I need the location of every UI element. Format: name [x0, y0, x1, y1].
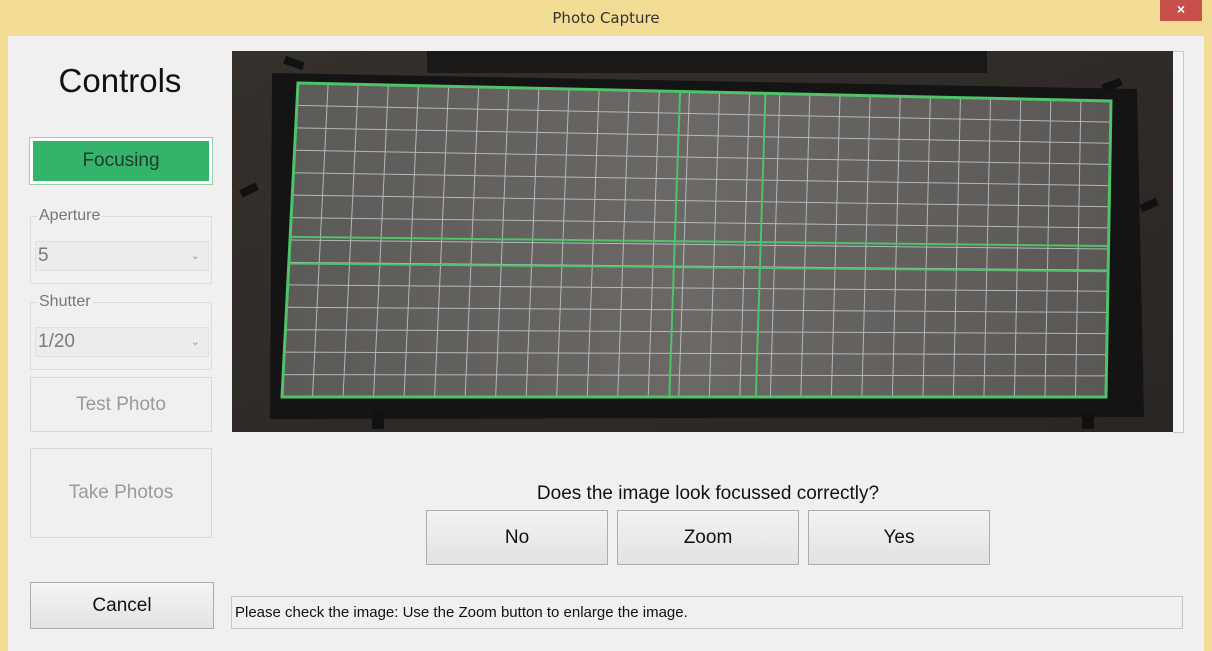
take-photos-button[interactable]: Take Photos: [30, 448, 212, 538]
preview-image: [232, 51, 1173, 432]
aperture-group: Aperture 5 ⌄: [30, 207, 212, 284]
camera-preview: [232, 51, 1173, 432]
preview-scrollbar[interactable]: [1173, 51, 1184, 433]
focus-question: Does the image look focussed correctly?: [536, 483, 880, 504]
close-icon[interactable]: ×: [1160, 0, 1202, 21]
chevron-down-icon: ⌄: [190, 336, 200, 348]
focusing-button[interactable]: Focusing: [29, 137, 213, 185]
window-title: Photo Capture: [552, 9, 660, 27]
status-bar: Please check the image: Use the Zoom but…: [231, 596, 1183, 629]
shutter-value: 1/20: [38, 331, 75, 352]
shutter-select[interactable]: 1/20 ⌄: [35, 327, 209, 357]
title-bar: Photo Capture ×: [0, 0, 1212, 36]
chevron-down-icon: ⌄: [190, 250, 200, 262]
cancel-button[interactable]: Cancel: [30, 582, 214, 629]
aperture-value: 5: [38, 245, 49, 266]
zoom-button[interactable]: Zoom: [617, 510, 799, 565]
controls-heading: Controls: [58, 62, 182, 99]
test-photo-button[interactable]: Test Photo: [30, 377, 212, 432]
shutter-label: Shutter: [37, 293, 93, 311]
yes-button[interactable]: Yes: [808, 510, 990, 565]
shutter-group: Shutter 1/20 ⌄: [30, 293, 212, 370]
no-button[interactable]: No: [426, 510, 608, 565]
aperture-select[interactable]: 5 ⌄: [35, 241, 209, 271]
aperture-label: Aperture: [37, 207, 103, 225]
